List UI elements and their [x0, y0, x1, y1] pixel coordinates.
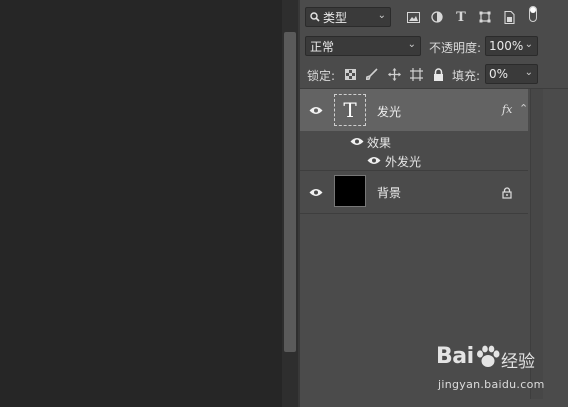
opacity-value[interactable]: 100%	[489, 39, 523, 53]
background-layer-thumbnail[interactable]	[334, 175, 366, 207]
lock-icon	[501, 187, 513, 199]
text-layer-glyph: T	[343, 98, 357, 122]
shape-filter-icon[interactable]	[477, 9, 493, 25]
lock-fill-row: 锁定: 填充: 0% ⌄	[300, 60, 568, 89]
filter-kind-label: 类型	[323, 10, 348, 25]
fill-value[interactable]: 0%	[489, 67, 508, 81]
layer-filter-row: 类型 ⌄ T	[300, 0, 568, 34]
adjustment-filter-icon[interactable]	[429, 9, 445, 25]
chevron-down-icon: ⌄	[377, 10, 386, 21]
layer-separator	[300, 213, 528, 214]
text-layer-thumbnail[interactable]: T	[334, 94, 366, 126]
effect-name: 外发光	[385, 155, 422, 169]
eye-icon[interactable]	[308, 104, 324, 116]
lock-position-icon[interactable]	[386, 66, 402, 82]
effect-outer-glow-row[interactable]: 外发光	[300, 150, 528, 170]
watermark-jingyan-text: 经验	[501, 352, 535, 372]
eye-icon[interactable]	[366, 154, 382, 166]
layer-row-background[interactable]: 背景	[300, 171, 528, 213]
blend-mode-dropdown[interactable]: 正常 ⌄	[305, 36, 421, 56]
canvas-scrollbar-thumb[interactable]	[284, 32, 296, 352]
lock-artboard-icon[interactable]	[408, 66, 424, 82]
lock-image-icon[interactable]	[364, 66, 380, 82]
eye-icon[interactable]	[308, 186, 324, 198]
eye-icon[interactable]	[349, 135, 365, 147]
type-filter-icon[interactable]: T	[453, 9, 469, 25]
baidu-paw-icon	[477, 345, 500, 367]
toggle-knob	[530, 7, 536, 13]
chevron-down-icon: ⌄	[407, 39, 416, 50]
fill-label: 填充:	[452, 69, 481, 83]
watermark-url: jingyan.baidu.com	[438, 378, 545, 391]
fx-badge[interactable]: fx	[502, 103, 512, 116]
effects-label: 效果	[367, 136, 392, 150]
blend-mode-value: 正常	[310, 39, 335, 54]
opacity-label: 不透明度:	[429, 41, 482, 55]
opacity-field[interactable]: 100% ⌄	[485, 36, 538, 56]
layer-name[interactable]: 发光	[377, 103, 401, 120]
baidu-jingyan-watermark: Bai 经验 jingyan.baidu.com	[436, 344, 564, 400]
filter-kind-dropdown[interactable]: 类型 ⌄	[305, 7, 391, 27]
lock-transparent-icon[interactable]	[342, 66, 358, 82]
filter-toggle-switch[interactable]	[529, 6, 537, 22]
layer-name[interactable]: 背景	[377, 184, 401, 201]
chevron-down-icon[interactable]: ⌄	[525, 67, 533, 78]
fill-field[interactable]: 0% ⌄	[485, 64, 538, 84]
smart-object-filter-icon[interactable]	[501, 9, 517, 25]
canvas-area[interactable]	[0, 0, 282, 407]
layer-row-text[interactable]: T 发光 fx ⌃	[300, 89, 528, 131]
watermark-logo-text: Bai	[436, 344, 474, 369]
lock-label: 锁定:	[307, 69, 336, 83]
chevron-down-icon[interactable]: ⌄	[525, 39, 533, 50]
effects-row[interactable]: 效果	[300, 131, 528, 151]
lock-all-icon[interactable]	[430, 66, 446, 82]
blend-opacity-row: 正常 ⌄ 不透明度: 100% ⌄	[300, 34, 568, 60]
image-filter-icon[interactable]	[405, 9, 421, 25]
chevron-up-icon[interactable]: ⌃	[519, 102, 528, 115]
search-icon	[310, 12, 320, 22]
